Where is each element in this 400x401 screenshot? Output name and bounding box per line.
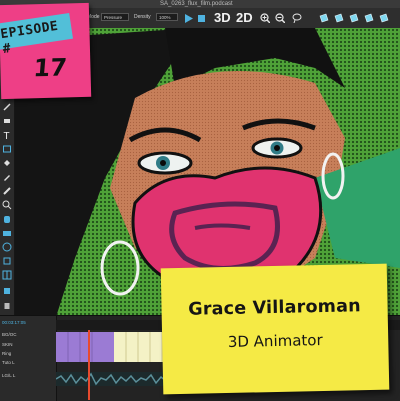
episode-number: 17 [32, 53, 68, 83]
guest-role: 3D Animator [227, 331, 323, 351]
settings-icon[interactable] [2, 286, 12, 296]
zoom-in-button[interactable] [260, 13, 270, 23]
layer-list: 00:03:17:05 BG/OC SKIN Ring Tuto L LG/L … [0, 316, 57, 401]
hand-icon[interactable] [2, 214, 12, 224]
density-label: Density [134, 14, 151, 20]
lasso-button[interactable] [292, 13, 302, 23]
lasso-icon [292, 13, 302, 23]
mode-select[interactable]: Pressure [101, 13, 129, 21]
layer-ring[interactable]: Ring [2, 351, 11, 356]
stop-button[interactable] [196, 13, 206, 23]
camera-icon[interactable] [2, 228, 12, 238]
pen-icon[interactable] [2, 102, 12, 112]
layers-icon[interactable] [2, 256, 12, 266]
magnifier-icon[interactable] [2, 200, 12, 210]
zoom-in-icon [260, 13, 270, 23]
fill-icon[interactable] [2, 158, 12, 168]
zoom-out-button[interactable] [275, 13, 285, 23]
text-icon[interactable]: T [2, 130, 12, 140]
view-2d-button[interactable]: 2D [236, 11, 253, 25]
grid-icon[interactable] [2, 270, 12, 280]
layer-bg[interactable]: BG/OC [2, 332, 17, 337]
episode-label: EPISODE # [0, 18, 60, 58]
playhead[interactable] [88, 330, 90, 400]
layer-lg[interactable]: LG/L L [2, 373, 15, 378]
stop-icon [197, 14, 205, 22]
brush-icon[interactable] [2, 172, 12, 182]
trash-icon[interactable] [2, 300, 12, 310]
svg-text:T: T [4, 131, 10, 140]
rectangle-icon[interactable] [2, 144, 12, 154]
globe-icon[interactable] [2, 242, 12, 252]
window-title: SA_0263_flux_film.podcast [160, 1, 233, 7]
play-icon [184, 13, 193, 23]
layer-skin[interactable]: SKIN [2, 342, 13, 347]
play-button[interactable] [183, 13, 193, 23]
zoom-out-icon [275, 13, 285, 23]
guest-name: Grace Villaroman [188, 296, 362, 320]
eraser-icon[interactable] [2, 116, 12, 126]
layer-preset-icons[interactable] [318, 13, 398, 23]
eyedropper-icon[interactable] [2, 186, 12, 196]
episode-tag: EPISODE # [0, 12, 73, 57]
layer-tuto[interactable]: Tuto L [2, 360, 15, 365]
guest-sticky-note: Grace Villaroman 3D Animator [160, 263, 390, 395]
episode-sticky-note: EPISODE # 17 [0, 2, 92, 100]
frame-readout: 00:03:17:05 [2, 320, 26, 325]
density-select[interactable]: 100% [156, 13, 178, 21]
view-3d-button[interactable]: 3D [214, 11, 231, 25]
